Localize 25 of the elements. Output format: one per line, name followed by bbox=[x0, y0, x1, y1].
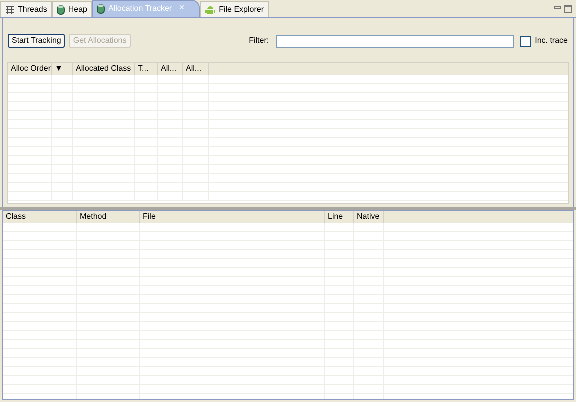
column-header[interactable]: Line bbox=[325, 211, 354, 223]
column-header[interactable]: File bbox=[140, 211, 325, 223]
cylinder-icon bbox=[57, 4, 66, 14]
cylinder-icon bbox=[97, 4, 106, 14]
tab[interactable]: Heap bbox=[52, 1, 92, 17]
inc-trace-label: Inc. trace bbox=[535, 35, 568, 47]
column-header[interactable]: Class bbox=[3, 211, 77, 223]
tab[interactable]: File Explorer bbox=[200, 1, 269, 17]
column-header[interactable]: Method bbox=[77, 211, 140, 223]
maximize-icon[interactable] bbox=[564, 5, 572, 13]
filter-field[interactable] bbox=[276, 34, 514, 48]
inc-trace-checkbox[interactable] bbox=[520, 36, 532, 46]
column-header[interactable]: All... bbox=[183, 63, 209, 75]
minimize-icon[interactable] bbox=[554, 6, 561, 9]
column-header[interactable]: Alloc Order bbox=[8, 63, 52, 75]
threads-icon bbox=[5, 4, 15, 14]
tab[interactable]: Threads bbox=[0, 1, 52, 17]
filter-label: Filter: bbox=[249, 35, 270, 47]
android-icon bbox=[205, 4, 216, 14]
column-header[interactable]: T... bbox=[135, 63, 158, 75]
column-header[interactable]: ▼ bbox=[52, 63, 73, 75]
column-header[interactable]: Allocated Class bbox=[73, 63, 135, 75]
column-header[interactable]: Native bbox=[354, 211, 384, 223]
toolbar-button[interactable]: Start Tracking bbox=[8, 34, 66, 48]
column-header[interactable]: All... bbox=[158, 63, 183, 75]
